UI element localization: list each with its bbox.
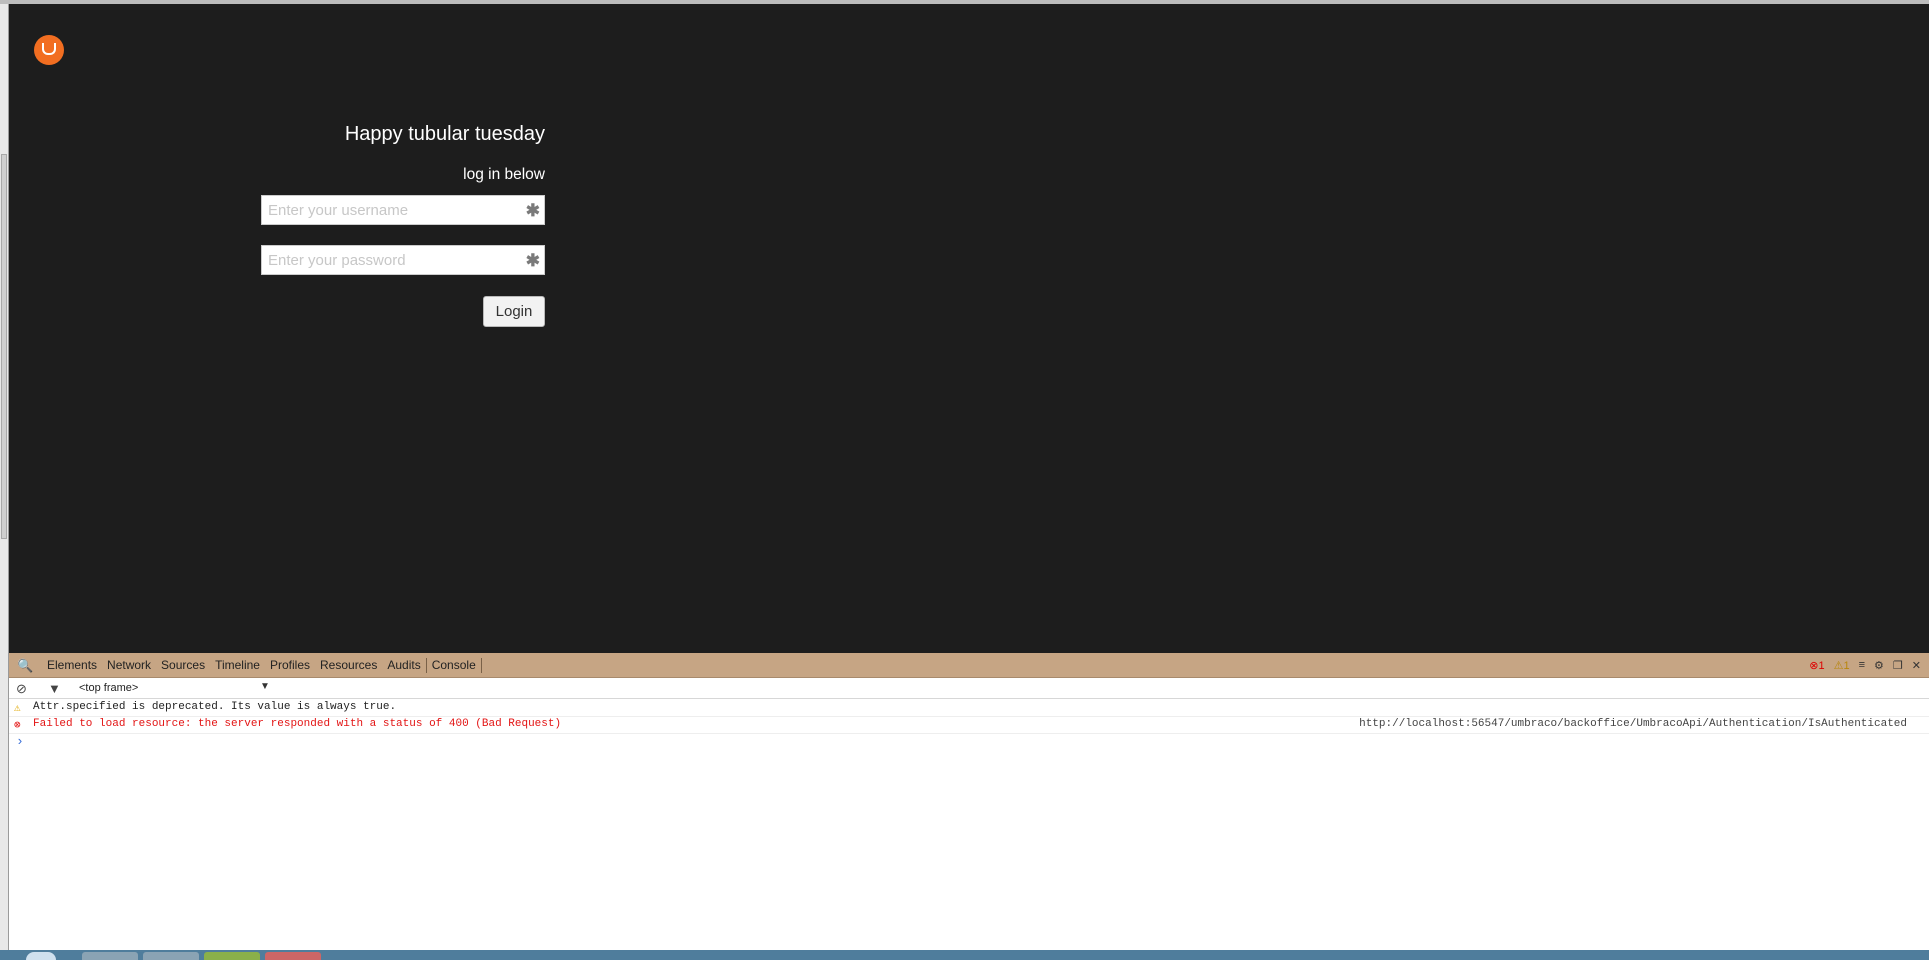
username-field: ✱	[261, 195, 545, 225]
frame-select[interactable]: <top frame>	[79, 682, 138, 694]
close-icon[interactable]: ✕	[1912, 659, 1921, 672]
umbraco-logo-icon	[34, 35, 64, 65]
taskbar-app[interactable]	[143, 952, 199, 960]
taskbar-app[interactable]	[265, 952, 321, 960]
warning-count-badge[interactable]: ⚠1	[1834, 659, 1850, 672]
gear-icon[interactable]: ⚙	[1874, 659, 1884, 672]
warning-icon: ⚠	[14, 703, 21, 715]
console-message-source-link[interactable]: http://localhost:56547/umbraco/backoffic…	[1359, 718, 1907, 730]
username-input[interactable]	[262, 196, 524, 224]
tab-resources[interactable]: Resources	[315, 653, 382, 677]
console-message-text: Attr.specified is deprecated. Its value …	[33, 701, 397, 713]
required-asterisk-icon: ✱	[525, 251, 540, 270]
console-message-text: Failed to load resource: the server resp…	[33, 718, 562, 730]
clear-console-icon[interactable]: ⊘	[16, 681, 27, 697]
error-icon: ⊗	[14, 720, 21, 732]
required-asterisk-icon: ✱	[525, 201, 540, 220]
filter-icon[interactable]: ▼	[48, 681, 61, 696]
console-filter-bar: ⊘ ▼ <top frame> ▼	[9, 678, 1929, 699]
console-prompt[interactable]: ›	[16, 734, 24, 749]
taskbar-app[interactable]	[82, 952, 138, 960]
login-subtitle: log in below	[463, 166, 545, 183]
tab-network[interactable]: Network	[102, 653, 156, 677]
devtools-toolbar: 🔍 Elements Network Sources Timeline Prof…	[9, 653, 1929, 678]
login-button[interactable]: Login	[483, 296, 545, 327]
dock-icon[interactable]: ❐	[1893, 659, 1903, 672]
error-count: 1	[1818, 659, 1825, 672]
tab-elements[interactable]: Elements	[42, 653, 102, 677]
taskbar-app[interactable]	[204, 952, 260, 960]
page-viewport: Happy tubular tuesday log in below ✱ ✱ L…	[9, 4, 1929, 653]
os-taskbar	[0, 950, 1929, 960]
drawer-toggle-icon[interactable]: ≡	[1859, 659, 1865, 671]
devtools-panel: 🔍 Elements Network Sources Timeline Prof…	[9, 653, 1929, 950]
tab-audits[interactable]: Audits	[382, 653, 425, 677]
chevron-down-icon[interactable]: ▼	[260, 681, 270, 692]
start-button[interactable]	[26, 952, 56, 960]
devtools-toolbar-right: ⊗1 ⚠1 ≡ ⚙ ❐ ✕	[1809, 653, 1921, 677]
tab-timeline[interactable]: Timeline	[210, 653, 265, 677]
scrollbar-thumb[interactable]	[1, 154, 7, 539]
left-scrollbar[interactable]	[0, 4, 9, 950]
password-input[interactable]	[262, 246, 524, 274]
console-message-warning: ⚠ Attr.specified is deprecated. Its valu…	[9, 700, 1929, 717]
greeting-heading: Happy tubular tuesday	[344, 123, 545, 145]
tab-console[interactable]: Console	[425, 657, 482, 673]
search-icon[interactable]: 🔍	[17, 658, 33, 674]
warning-count: 1	[1843, 659, 1850, 672]
tab-profiles[interactable]: Profiles	[265, 653, 315, 677]
devtools-tabs: Elements Network Sources Timeline Profil…	[42, 653, 482, 677]
error-count-badge[interactable]: ⊗1	[1809, 659, 1824, 672]
console-message-error: ⊗ Failed to load resource: the server re…	[9, 717, 1929, 734]
password-field: ✱	[261, 245, 545, 275]
tab-sources[interactable]: Sources	[156, 653, 210, 677]
